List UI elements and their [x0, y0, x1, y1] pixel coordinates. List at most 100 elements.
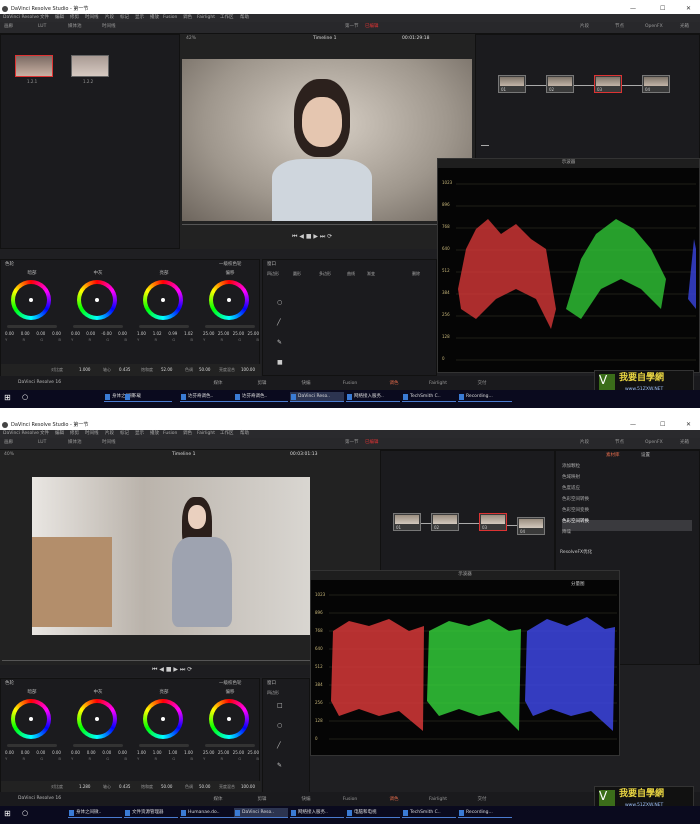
- tool-polygon[interactable]: 多边形: [319, 272, 331, 276]
- taskbar-item[interactable]: Recording...: [458, 808, 512, 818]
- menu-item[interactable]: 调色: [183, 15, 192, 21]
- tool-curve[interactable]: 曲线: [347, 272, 355, 276]
- list-item[interactable]: 降噪: [562, 530, 692, 542]
- list-item[interactable]: 色域映射: [562, 475, 692, 487]
- menu-item[interactable]: 显示: [135, 15, 144, 21]
- menu-item[interactable]: DaVinci Resolve: [3, 15, 39, 21]
- wheel-lift[interactable]: 暗部 0.00 0.00 0.00 0.00 YRGB: [3, 689, 61, 777]
- menu-item[interactable]: 修剪: [70, 15, 79, 21]
- menu-item[interactable]: 修剪: [70, 431, 79, 437]
- timeline-name[interactable]: Timeline 1: [313, 36, 336, 42]
- minimize-icon[interactable]: —: [630, 6, 636, 12]
- timeline-name[interactable]: Timeline 1: [172, 452, 195, 458]
- node-selected[interactable]: 03: [594, 75, 622, 93]
- node-selected[interactable]: 03: [479, 513, 507, 531]
- menu-item[interactable]: 显示: [135, 431, 144, 437]
- color-wheel[interactable]: [77, 280, 117, 320]
- hue-value[interactable]: 50.00: [199, 785, 210, 789]
- pivot-value[interactable]: 0.435: [119, 785, 130, 789]
- menu-item[interactable]: 工作区: [220, 431, 234, 437]
- close-icon[interactable]: ✕: [686, 6, 691, 12]
- page-media[interactable]: 媒体: [206, 797, 230, 803]
- taskbar-item[interactable]: TechSmith C..: [402, 392, 456, 402]
- menu-item[interactable]: 帮助: [240, 431, 249, 437]
- menu-item[interactable]: 文件: [40, 431, 49, 437]
- page-color[interactable]: 调色: [382, 381, 406, 387]
- tool-gradient[interactable]: 渐变: [367, 272, 375, 276]
- menu-item[interactable]: Fusion: [163, 431, 177, 437]
- menu-item[interactable]: Fairlight: [197, 15, 215, 21]
- circle-window-icon[interactable]: ○: [277, 723, 282, 729]
- menu-item[interactable]: 帮助: [240, 15, 249, 21]
- color-wheel[interactable]: [77, 699, 117, 739]
- mode-select[interactable]: 一级校色轮: [219, 262, 242, 268]
- page-deliver[interactable]: 交付: [470, 381, 494, 387]
- taskbar-item[interactable]: 达芬奇调色..: [180, 392, 234, 402]
- node[interactable]: 01: [498, 75, 526, 93]
- transport-controls[interactable]: ⏮ ◀ ■ ▶ ⏭ ⟳: [292, 234, 332, 240]
- lightbox-button[interactable]: 光箱: [680, 440, 689, 446]
- value-y[interactable]: 0.00: [5, 332, 14, 336]
- node[interactable]: 04: [642, 75, 670, 93]
- node[interactable]: 02: [431, 513, 459, 531]
- media-pool-button[interactable]: 媒体池: [68, 440, 82, 446]
- saturation-value[interactable]: 50.00: [161, 785, 172, 789]
- menu-item[interactable]: 编辑: [55, 15, 64, 21]
- tab-library[interactable]: 素材库: [606, 453, 620, 459]
- tool-quad[interactable]: 四边形: [267, 691, 279, 695]
- minimize-icon[interactable]: —: [630, 422, 636, 428]
- wheel-lift[interactable]: 暗部 0.00 0.00 0.00 0.00 YRGB: [3, 270, 61, 358]
- color-wheel[interactable]: [209, 699, 249, 739]
- color-wheel[interactable]: [143, 699, 183, 739]
- menu-item[interactable]: DaVinci Resolve: [3, 431, 39, 437]
- menu-item[interactable]: 播放: [150, 431, 159, 437]
- taskbar-item[interactable]: 身体之间微..: [68, 808, 122, 818]
- wheel-gamma[interactable]: 中灰 0.00 0.00 -0.00 0.00 YRGB: [69, 270, 127, 358]
- pen-window-icon[interactable]: ✎: [277, 340, 282, 346]
- page-fusion[interactable]: Fusion: [338, 797, 362, 803]
- page-deliver[interactable]: 交付: [470, 797, 494, 803]
- mode-select[interactable]: 一级校色轮: [219, 681, 242, 687]
- taskbar-item[interactable]: 网络接入服务..: [346, 392, 400, 402]
- menu-item[interactable]: 时间线: [85, 431, 99, 437]
- pivot-value[interactable]: 0.435: [119, 368, 130, 372]
- master-wheel-slider[interactable]: [73, 744, 123, 747]
- wheel-offset[interactable]: 偏移 25.00 25.00 25.00 25.00 YRGB: [201, 270, 259, 358]
- master-wheel-slider[interactable]: [139, 744, 189, 747]
- maximize-icon[interactable]: ☐: [660, 422, 665, 428]
- page-fairlight[interactable]: Fairlight: [426, 797, 450, 803]
- taskbar-item[interactable]: TechSmith C..: [402, 808, 456, 818]
- menu-item[interactable]: 调色: [183, 431, 192, 437]
- contrast-value[interactable]: 1.000: [79, 368, 90, 372]
- zoom-level[interactable]: 40%: [4, 452, 14, 458]
- media-pool-button[interactable]: 媒体池: [68, 24, 82, 30]
- master-wheel-slider[interactable]: [205, 744, 255, 747]
- taskbar-item[interactable]: 文件资源管理器: [124, 808, 178, 818]
- master-wheel-slider[interactable]: [205, 325, 255, 328]
- gallery-button[interactable]: 画廊: [4, 24, 13, 30]
- taskbar-item[interactable]: 达芬奇调色..: [234, 392, 288, 402]
- close-icon[interactable]: ✕: [686, 422, 691, 428]
- video-frame[interactable]: [32, 477, 310, 635]
- menu-item[interactable]: Fusion: [163, 15, 177, 21]
- tool-quad[interactable]: 四边形: [267, 272, 279, 276]
- menu-item[interactable]: 标记: [120, 431, 129, 437]
- maximize-icon[interactable]: ☐: [660, 6, 665, 12]
- nodes-button[interactable]: 节点: [615, 440, 624, 446]
- tool-delete[interactable]: 删除: [412, 272, 420, 276]
- list-item[interactable]: 添加颗粒: [562, 464, 692, 476]
- gradient-window-icon[interactable]: ■: [277, 360, 283, 366]
- page-edit[interactable]: 剪辑: [250, 797, 274, 803]
- list-item-selected[interactable]: 色彩空间转换: [562, 519, 692, 531]
- clips-button[interactable]: 时间线: [102, 24, 116, 30]
- node[interactable]: 01: [393, 513, 421, 531]
- menu-item[interactable]: 文件: [40, 15, 49, 21]
- page-fusion[interactable]: Fusion: [338, 381, 362, 387]
- menu-item[interactable]: 时间线: [85, 15, 99, 21]
- node[interactable]: 04: [517, 517, 545, 535]
- windows-start-icon[interactable]: ⊞: [4, 810, 11, 818]
- lut-button[interactable]: LUT: [38, 440, 46, 446]
- taskbar-item[interactable]: 电脑和电视: [346, 808, 400, 818]
- taskbar-item[interactable]: 网络接入服务..: [290, 808, 344, 818]
- openfx-button[interactable]: OpenFX: [645, 24, 663, 30]
